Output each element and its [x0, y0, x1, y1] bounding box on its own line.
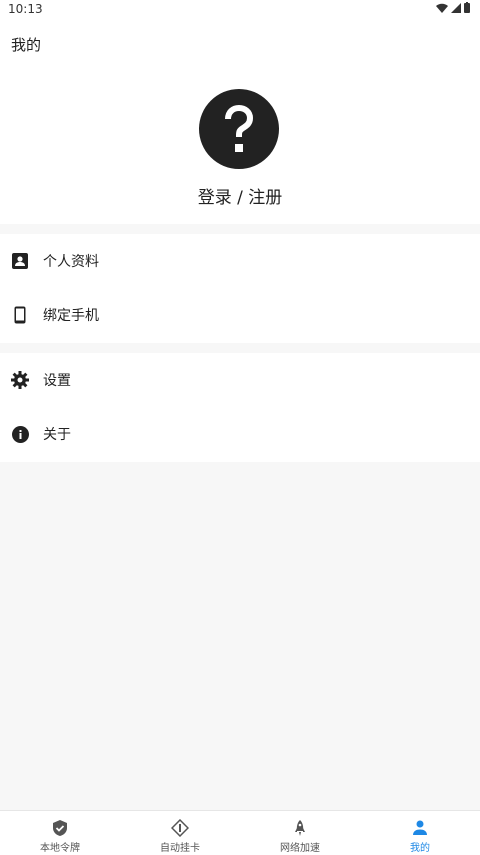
- info-icon: [11, 425, 29, 443]
- tab-network-accel[interactable]: 网络加速: [240, 811, 360, 855]
- login-register-link[interactable]: 登录 / 注册: [0, 183, 480, 208]
- profile-header: 我的 登录 / 注册: [0, 18, 480, 224]
- status-bar: 10:13: [0, 0, 480, 18]
- gear-icon: [11, 371, 29, 389]
- bottom-navigation: 本地令牌 自动挂卡 网络加速 我的: [0, 810, 480, 855]
- menu-item-about[interactable]: 关于: [0, 407, 480, 461]
- battery-icon: [464, 2, 470, 13]
- tab-local-token[interactable]: 本地令牌: [0, 811, 120, 855]
- avatar[interactable]: [199, 89, 279, 169]
- phone-icon: [11, 306, 29, 324]
- menu-item-label: 设置: [43, 373, 71, 389]
- wifi-icon: [436, 3, 448, 13]
- menu-group-account: 个人资料 绑定手机: [0, 234, 480, 343]
- tab-label: 本地令牌: [40, 843, 80, 854]
- menu-item-settings[interactable]: 设置: [0, 353, 480, 407]
- person-icon: [413, 820, 427, 835]
- tab-label: 自动挂卡: [160, 843, 200, 854]
- menu-item-label: 个人资料: [43, 254, 99, 270]
- rocket-icon: [295, 820, 305, 836]
- profile-card-icon: [11, 252, 29, 270]
- tab-mine[interactable]: 我的: [360, 811, 480, 855]
- menu-item-bind-phone[interactable]: 绑定手机: [0, 288, 480, 342]
- page-title: 我的: [11, 36, 42, 54]
- tab-label: 网络加速: [280, 843, 320, 854]
- tab-label: 我的: [410, 843, 430, 854]
- signal-icon: [451, 2, 461, 13]
- tab-auto-card[interactable]: 自动挂卡: [120, 811, 240, 855]
- menu-group-app: 设置 关于: [0, 353, 480, 462]
- shield-check-icon: [53, 820, 67, 836]
- status-time: 10:13: [8, 2, 43, 16]
- menu-item-profile[interactable]: 个人资料: [0, 234, 480, 288]
- question-mark-icon: [225, 104, 254, 152]
- menu-item-label: 绑定手机: [43, 308, 99, 324]
- status-icons: [436, 2, 470, 13]
- diamond-icon: [171, 819, 189, 837]
- menu-item-label: 关于: [43, 427, 71, 443]
